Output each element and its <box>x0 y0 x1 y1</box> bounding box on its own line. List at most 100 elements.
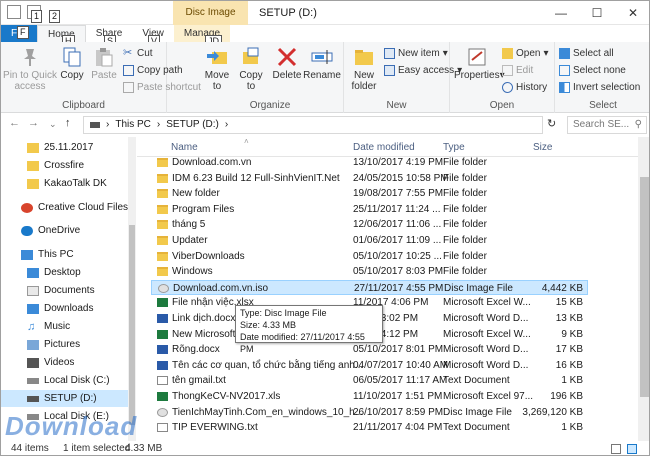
file-date: 13/10/2017 4:19 PM <box>353 157 444 168</box>
nav-item[interactable]: Creative Cloud Files <box>21 199 128 216</box>
folder-icon <box>157 173 168 183</box>
col-size[interactable]: Size <box>533 142 552 153</box>
nav-item[interactable]: Videos <box>27 354 74 371</box>
list-scroll-thumb[interactable] <box>640 177 649 397</box>
nav-scroll-thumb[interactable] <box>129 225 135 425</box>
pin-quick-access-button[interactable]: Pin to Quick access <box>3 46 57 92</box>
file-tooltip: Type: Disc Image File Size: 4.33 MB Date… <box>235 305 383 354</box>
table-row[interactable]: ThongKeCV-NV2017.xls 11/10/2017 1:51 PM Mi… <box>151 389 587 405</box>
rename-button[interactable]: Rename <box>303 46 341 81</box>
copy-button[interactable]: Copy <box>57 46 87 81</box>
table-row[interactable]: TienIchMayTinh.Com_en_windows_10_h... 26/… <box>151 405 587 421</box>
table-row-selected[interactable]: Download.com.vn.iso 27/11/2017 4:55 PM Dis… <box>151 279 588 296</box>
table-row[interactable]: tháng 5 12/06/2017 11:06 ... File folder <box>151 217 587 233</box>
file-name: tên gmail.txt <box>172 375 226 387</box>
select-all-button[interactable]: Select all <box>559 48 614 59</box>
breadcrumb-setup-d[interactable]: SETUP (D:) <box>166 117 219 133</box>
drive-icon <box>27 377 39 384</box>
file-name: IDM 6.23 Build 12 Full-SinhVienIT.Net <box>172 172 340 184</box>
table-row[interactable]: tên gmail.txt 06/05/2017 11:17 AM Text Doc… <box>151 373 587 389</box>
back-arrow-icon[interactable]: ← <box>9 117 20 129</box>
file-date: 04/07/2017 10:40 AM <box>353 359 449 371</box>
file-name: tháng 5 <box>172 219 206 231</box>
history-button[interactable]: History <box>502 82 547 93</box>
nav-item[interactable]: Local Disk (C:) <box>27 372 110 389</box>
large-icons-view-icon[interactable] <box>627 444 637 454</box>
breadcrumb-this-pc[interactable]: This PC <box>115 117 151 133</box>
new-folder-label: New folder <box>351 70 377 92</box>
file-size: 16 KB <box>555 359 583 371</box>
edit-button[interactable]: Edit <box>502 65 533 76</box>
table-row[interactable]: New folder 19/08/2017 7:55 PM File folder <box>151 186 587 202</box>
table-row[interactable]: Updater 01/06/2017 11:09 ... File folder <box>151 233 587 249</box>
file-type: File folder <box>443 250 487 262</box>
up-arrow-icon[interactable]: ↑ <box>65 117 71 129</box>
col-date[interactable]: Date modified <box>353 142 415 153</box>
new-item-label: New item <box>398 48 440 59</box>
cut-button[interactable]: ✂ Cut <box>123 48 153 60</box>
address-bar-row: ← → ⌄ ↑ › This PC › SETUP (D:) › ↻ Searc… <box>1 113 649 137</box>
file-name: Download.com.vn <box>172 157 252 168</box>
nav-item[interactable]: Pictures <box>27 336 80 353</box>
text-file-icon <box>157 423 168 433</box>
copy-path-button[interactable]: Copy path <box>123 65 183 76</box>
selected-size: 4.33 MB <box>125 443 163 454</box>
nav-item[interactable]: ♫ Music <box>27 318 70 335</box>
table-row[interactable]: TIP EVERWING.txt 21/11/2017 4:04 PM Text D… <box>151 420 587 436</box>
nav-item[interactable]: Documents <box>27 282 95 299</box>
file-type: Text Document <box>443 422 510 434</box>
copy-to-button[interactable]: Copy to <box>235 46 267 92</box>
forward-arrow-icon[interactable]: → <box>28 117 39 129</box>
file-date: 24/05/2015 10:58 PM <box>353 172 449 184</box>
keytip-2: 2 <box>49 10 61 23</box>
nav-item[interactable]: KakaoTalk DK <box>27 175 107 192</box>
file-type: File folder <box>443 203 487 215</box>
nav-scrollbar[interactable] <box>128 137 136 441</box>
close-button[interactable]: ✕ <box>615 1 649 25</box>
move-to-button[interactable]: Move to <box>201 46 233 92</box>
file-date: 21/11/2017 4:04 PM <box>353 422 443 434</box>
nav-item[interactable]: This PC <box>21 246 74 263</box>
table-row[interactable]: Program Files 25/11/2017 11:24 ... File fo… <box>151 202 587 218</box>
new-folder-button[interactable]: New folder <box>346 46 382 92</box>
file-type: Microsoft Word D... <box>443 359 529 371</box>
file-type: Microsoft Excel 97... <box>443 391 534 402</box>
nav-item[interactable]: Desktop <box>27 264 81 281</box>
address-box[interactable]: › This PC › SETUP (D:) › <box>83 116 543 134</box>
delete-button[interactable]: Delete <box>271 46 303 81</box>
search-input[interactable]: Search SE... ⚲ <box>567 116 647 134</box>
minimize-button[interactable]: — <box>543 1 579 25</box>
nav-item[interactable]: Crossfire <box>27 157 84 174</box>
table-row[interactable]: Download.com.vn 13/10/2017 4:19 PM File fo… <box>151 155 587 171</box>
nav-item-label: This PC <box>38 249 74 260</box>
new-item-button[interactable]: New item ▾ <box>384 48 448 59</box>
file-name: ViberDownloads <box>172 250 245 262</box>
table-row[interactable]: Tên các cơ quan, tổ chức bằng tiếng anh.… <box>151 358 587 374</box>
organize-group: Move to Copy to Delete Rename Organize <box>197 42 344 113</box>
col-type[interactable]: Type <box>443 142 465 153</box>
details-view-icon[interactable] <box>611 444 621 454</box>
paste-button[interactable]: Paste <box>89 46 119 81</box>
refresh-icon[interactable]: ↻ <box>547 117 556 130</box>
folder-icon <box>157 158 168 167</box>
nav-item[interactable]: OneDrive <box>21 222 80 239</box>
table-row[interactable]: IDM 6.23 Build 12 Full-SinhVienIT.Net 24/… <box>151 171 587 187</box>
invert-selection-button[interactable]: Invert selection <box>559 82 640 93</box>
table-row[interactable]: Windows 05/10/2017 8:03 PM File folder <box>151 264 587 280</box>
properties-quick-icon[interactable] <box>7 5 21 19</box>
list-scrollbar[interactable] <box>638 137 649 441</box>
maximize-button[interactable]: ☐ <box>579 1 615 25</box>
nav-item[interactable]: Downloads <box>27 300 93 317</box>
nav-item-selected[interactable]: SETUP (D:) <box>1 390 128 407</box>
table-row[interactable]: ViberDownloads 05/10/2017 10:25 ... File f… <box>151 249 587 265</box>
recent-dropdown-icon[interactable]: ⌄ <box>49 119 57 130</box>
properties-button[interactable]: Properties▾ <box>454 46 505 81</box>
select-none-button[interactable]: Select none <box>559 65 626 76</box>
nav-item[interactable]: 25.11.2017 <box>27 139 93 156</box>
file-date: 27/11/2017 4:55 PM <box>354 282 444 294</box>
file-type: Microsoft Word D... <box>443 313 529 324</box>
paste-shortcut-button[interactable]: Paste shortcut <box>123 82 201 93</box>
open-button[interactable]: Open ▾ <box>502 48 549 59</box>
col-name[interactable]: Name <box>171 142 198 153</box>
excel-file-icon <box>157 329 168 339</box>
